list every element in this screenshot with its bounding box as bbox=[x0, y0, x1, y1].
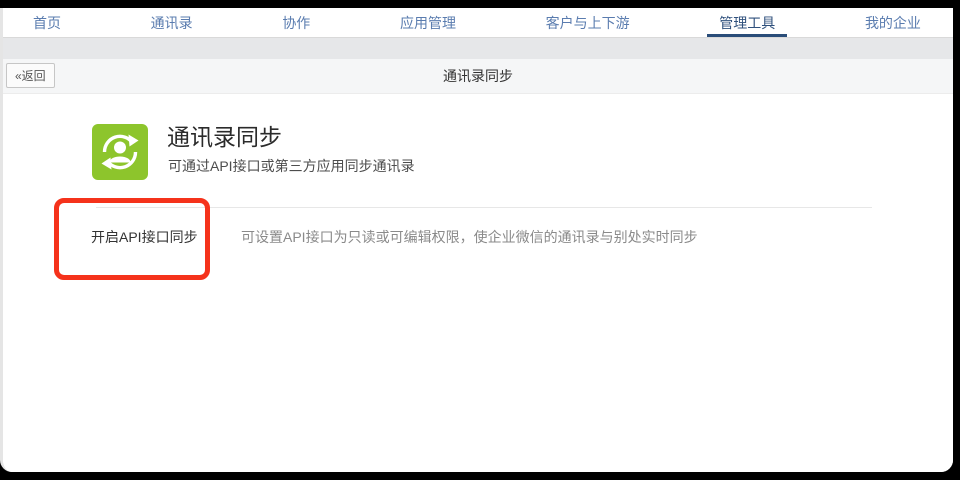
back-button[interactable]: «返回 bbox=[6, 63, 55, 88]
api-sync-setting-label: 开启API接口同步 bbox=[91, 229, 198, 245]
nav-item-admin-tools[interactable]: 管理工具 bbox=[707, 8, 788, 37]
section-divider bbox=[96, 207, 872, 208]
app-subtitle: 可通过API接口或第三方应用同步通讯录 bbox=[168, 158, 415, 174]
api-sync-setting-description: 可设置API接口为只读或可编辑权限，使企业微信的通讯录与别处实时同步 bbox=[241, 229, 698, 245]
contact-sync-icon bbox=[92, 124, 148, 180]
app-title: 通讯录同步 bbox=[167, 124, 282, 150]
nav-item-my-enterprise[interactable]: 我的企业 bbox=[853, 8, 933, 37]
top-nav: 首页 通讯录 协作 应用管理 客户与上下游 管理工具 我的企业 bbox=[3, 8, 953, 38]
subheader: «返回 通讯录同步 bbox=[3, 59, 953, 94]
nav-item-customers[interactable]: 客户与上下游 bbox=[534, 8, 642, 37]
nav-item-contacts[interactable]: 通讯录 bbox=[139, 8, 205, 37]
nav-item-app-management[interactable]: 应用管理 bbox=[388, 8, 468, 37]
page-title: 通讯录同步 bbox=[443, 68, 513, 84]
app-window: 首页 通讯录 协作 应用管理 客户与上下游 管理工具 我的企业 «返回 通讯录同… bbox=[0, 8, 953, 472]
content-area: 通讯录同步 可通过API接口或第三方应用同步通讯录 开启API接口同步 可设置A… bbox=[3, 94, 953, 472]
nav-item-home[interactable]: 首页 bbox=[21, 8, 73, 37]
page-background-band bbox=[3, 38, 953, 59]
nav-item-collaboration[interactable]: 协作 bbox=[270, 8, 322, 37]
